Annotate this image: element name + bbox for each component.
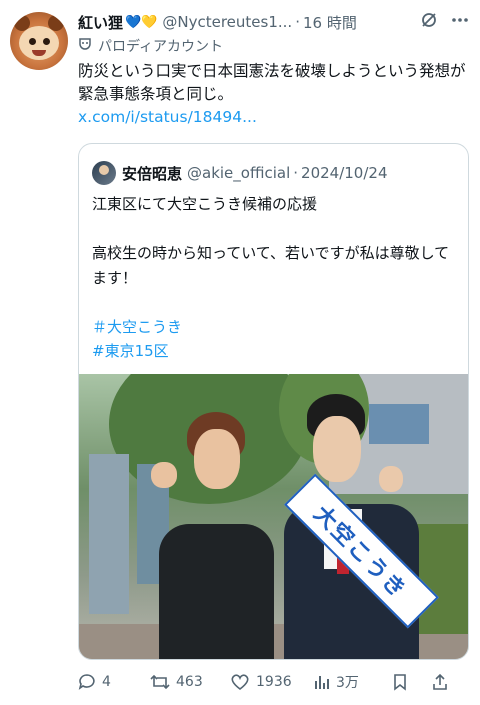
views-icon [314,673,330,691]
quoted-handle[interactable]: @akie_official [187,164,290,182]
display-name[interactable]: 紅い狸 [78,12,123,33]
quoted-line-1: 江東区にて大空こうき候補の応援 [92,195,318,213]
post-header: 紅い狸 💙💛 @Nyctereutes1... · 16 時間 [78,10,470,34]
views-button[interactable]: 3万 [314,672,392,692]
hashtag-link-2[interactable]: #東京15区 [92,339,457,364]
quoted-post-header: 安倍昭恵 @akie_official · 2024/10/24 [92,161,388,185]
repost-icon [150,673,170,691]
quoted-separator: · [293,164,299,182]
grok-icon[interactable] [420,11,438,33]
hashtag-link-1[interactable]: ＃大空こうき [92,315,457,340]
like-button[interactable]: 1936 [230,673,314,691]
bookmark-button[interactable] [392,673,432,691]
profile-emoji-badges: 💙💛 [125,15,157,30]
share-icon [432,673,448,691]
reply-button[interactable]: 4 [78,673,150,691]
post-link[interactable]: x.com/i/status/18494... [78,108,257,126]
quoted-date[interactable]: 2024/10/24 [301,164,387,182]
quoted-line-2: 高校生の時から知っていて、若いですが私は尊敬してます！ [92,244,450,287]
quoted-post[interactable]: 安倍昭恵 @akie_official · 2024/10/24 江東区にて大空… [78,143,469,660]
separator-dot: · [295,13,300,31]
action-bar: 4 463 1936 3万 [78,670,470,694]
avatar[interactable] [10,12,68,70]
share-button[interactable] [432,673,448,691]
quoted-avatar[interactable] [92,161,116,185]
parody-label: パロディアカウント [78,36,223,56]
repost-button[interactable]: 463 [150,673,230,691]
yellow-heart-icon: 💛 [141,14,158,30]
like-count: 1936 [256,674,292,690]
heart-icon [230,673,250,691]
woman-figure [159,524,274,659]
bookmark-icon [392,673,408,691]
views-count: 3万 [336,675,359,691]
post-time[interactable]: 16 時間 [303,12,357,33]
parody-label-text: パロディアカウント [98,39,224,55]
quoted-post-text: 江東区にて大空こうき候補の応援 高校生の時から知っていて、若いですが私は尊敬して… [92,192,457,364]
post-photo[interactable]: 大空こうき [79,374,468,659]
more-icon[interactable] [450,11,470,33]
reply-count: 4 [102,674,111,690]
post-text: 防災という口実で日本国憲法を破壊しようという発想が緊急事態条項と同じ。 [78,62,466,103]
parody-mask-icon [78,37,92,55]
repost-count: 463 [176,674,203,690]
user-handle[interactable]: @Nyctereutes1... [162,13,292,31]
quoted-display-name[interactable]: 安倍昭恵 [122,163,182,184]
reply-icon [78,673,96,691]
blue-heart-icon: 💙 [125,14,142,30]
